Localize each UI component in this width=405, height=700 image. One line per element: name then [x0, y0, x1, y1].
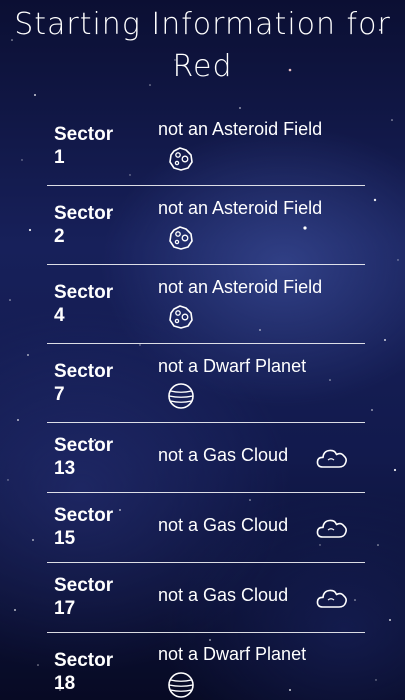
sector-label-text: Sector [54, 203, 114, 224]
gas-cloud-icon [315, 583, 349, 613]
sector-label-text: Sector [54, 575, 114, 596]
list-item: Sector 1 not an Asteroid Field [47, 107, 365, 186]
dwarf-planet-icon [166, 670, 196, 700]
sector-info-text: not an Asteroid Field [158, 277, 323, 297]
asteroid-icon [166, 144, 196, 174]
list-item: Sector 4 not an Asteroid Field [47, 265, 365, 344]
sector-info-text: not a Gas Cloud [158, 585, 289, 605]
sector-number: 17 [54, 598, 76, 619]
sector-label: Sector 17 [54, 574, 134, 620]
list-item: Sector 2 not an Asteroid Field [47, 186, 365, 265]
sector-label: Sector 4 [54, 281, 134, 327]
sector-info-text: not an Asteroid Field [158, 198, 323, 218]
list-item: Sector 17 not a Gas Cloud [47, 563, 365, 633]
sector-label: Sector 1 [54, 123, 134, 169]
list-item: Sector 15 not a Gas Cloud [47, 493, 365, 563]
sector-info-list: Sector 1 not an Asteroid Field Sector 2 … [47, 107, 365, 700]
gas-cloud-icon [315, 443, 349, 473]
asteroid-icon [166, 223, 196, 253]
sector-label-text: Sector [54, 361, 114, 382]
sector-info-text: not a Dwarf Planet [158, 644, 307, 664]
sector-info-text: not a Dwarf Planet [158, 356, 307, 376]
sector-number: 18 [54, 673, 76, 694]
list-item: Sector 18 not a Dwarf Planet [47, 633, 365, 700]
list-item: Sector 7 not a Dwarf Planet [47, 344, 365, 423]
list-item: Sector 13 not a Gas Cloud [47, 423, 365, 493]
dwarf-planet-icon [166, 381, 196, 411]
gas-cloud-icon [315, 513, 349, 543]
sector-label: Sector 7 [54, 360, 134, 406]
sector-info-text: not a Gas Cloud [158, 445, 289, 465]
sector-label: Sector 18 [54, 649, 134, 695]
sector-label-text: Sector [54, 505, 114, 526]
sector-label-text: Sector [54, 650, 114, 671]
asteroid-icon [166, 302, 196, 332]
sector-number: 7 [54, 384, 65, 405]
sector-label-text: Sector [54, 435, 114, 456]
sector-number: 13 [54, 458, 76, 479]
sector-number: 1 [54, 147, 65, 168]
sector-info-text: not a Gas Cloud [158, 515, 289, 535]
sector-number: 2 [54, 226, 65, 247]
sector-label-text: Sector [54, 282, 114, 303]
page-title: Starting Information for Red [14, 7, 391, 84]
sector-number: 4 [54, 305, 65, 326]
sector-info-text: not an Asteroid Field [158, 119, 323, 139]
sector-number: 15 [54, 528, 76, 549]
sector-label: Sector 13 [54, 434, 134, 480]
sector-label: Sector 2 [54, 202, 134, 248]
sector-label: Sector 15 [54, 504, 134, 550]
sector-label-text: Sector [54, 124, 114, 145]
